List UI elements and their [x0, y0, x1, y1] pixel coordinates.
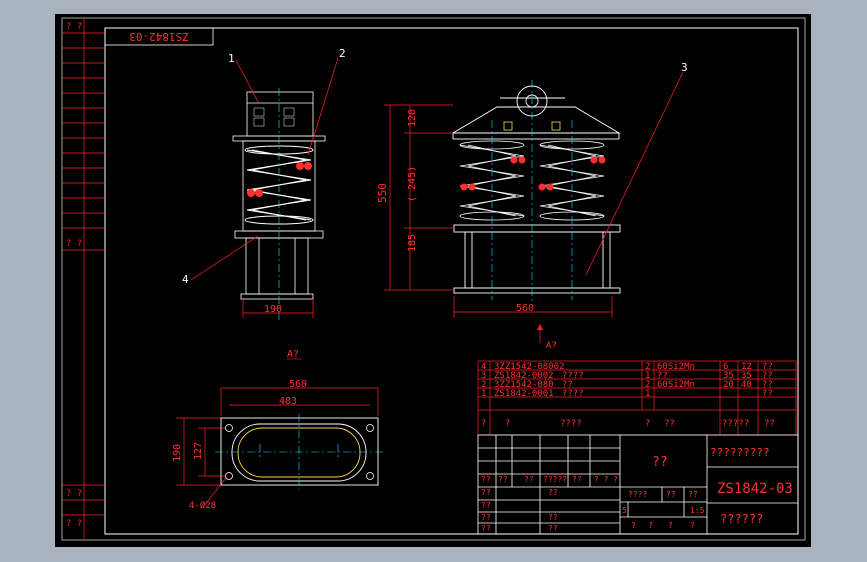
tb-scale-label: ??	[688, 490, 698, 499]
tb-stage-2: ?	[648, 521, 653, 530]
tb-stage-1: ?	[631, 521, 636, 530]
tb-stage-label: ????	[628, 490, 647, 499]
list-header-1: ?	[481, 419, 486, 429]
balloon-2: 2	[339, 47, 346, 60]
strip-bottom-label-1: ? ?	[66, 489, 82, 499]
part-2-material: 60Si2Mn	[657, 380, 695, 390]
dimension-overall-height: 550	[376, 183, 389, 203]
model-space	[55, 14, 811, 547]
tb-sheet: 5	[622, 506, 627, 515]
dimension-holes: 4-Ø28	[189, 500, 216, 511]
list-header-7: ?	[744, 419, 749, 429]
tb-scale: 1:5	[690, 506, 705, 515]
balloon-4: 4	[182, 273, 189, 286]
tb-r1c1: ??	[481, 475, 491, 484]
dimension-left-width: 190	[264, 304, 282, 315]
tb-r2c1: ??	[481, 488, 491, 497]
dimension-top: 120	[407, 109, 418, 127]
tb-r1c2: ??	[498, 475, 508, 484]
dimension-plan-inner-height: 127	[193, 442, 204, 460]
tb-r4c1: ??	[481, 513, 491, 522]
balloon-1: 1	[228, 52, 235, 65]
part-1-qty: 1	[645, 389, 650, 399]
view-arrow-label: A?	[546, 341, 557, 351]
tb-r3c1: ??	[481, 501, 491, 510]
dimension-front-width: 560	[516, 303, 534, 314]
tb-r1c3: ??	[524, 475, 534, 484]
tb-r5c1: ??	[481, 524, 491, 533]
list-header-8: ??	[764, 419, 775, 429]
title-block-bottom: ??????	[720, 512, 763, 526]
tb-r1c4: ?????	[543, 475, 567, 484]
tb-stage-4: ?	[690, 521, 695, 530]
tb-r1c6: ? ? ?	[594, 475, 618, 484]
part-2-total: 40	[741, 380, 752, 390]
tb-stage-3: ?	[668, 521, 673, 530]
balloon-3: 3	[681, 61, 688, 74]
strip-mid-label: ? ?	[66, 239, 82, 249]
tb-r5c3: ??	[548, 524, 558, 533]
mirrored-drawing-number: ZS1842-03	[129, 30, 189, 43]
tb-mass-label: ??	[666, 490, 676, 499]
part-1-name: ????	[562, 389, 584, 399]
part-1-no: 1	[481, 389, 486, 399]
dimension-bottom: 185	[407, 234, 418, 252]
list-header-3: ????	[560, 419, 582, 429]
strip-top-label: ? ?	[66, 22, 82, 32]
part-1-code: ZS1842-0001	[494, 389, 554, 399]
strip-bottom-label-2: ? ?	[66, 519, 82, 529]
company-name: ?????????	[710, 446, 770, 459]
list-header-4: ?	[645, 419, 650, 429]
dimension-plan-height: 190	[172, 444, 183, 462]
list-header-5: ??	[664, 419, 675, 429]
part-2-mass: 20	[723, 380, 734, 390]
drawing-name: ??	[652, 455, 668, 470]
plan-view-title: A?	[287, 349, 299, 360]
part-1-note: ??	[762, 389, 773, 399]
dimension-middle: ( 245)	[407, 166, 418, 202]
list-header-6: ????	[722, 419, 744, 429]
dimension-plan-inner-width: 483	[279, 396, 297, 407]
list-header-2: ?	[505, 419, 510, 429]
tb-r1c5: ??	[572, 475, 582, 484]
dimension-plan-width: 560	[289, 379, 307, 390]
tb-r4c3: ??	[548, 513, 558, 522]
drawing-number: ZS1842-03	[717, 481, 793, 497]
cad-drawing-canvas: ? ? ? ? ? ? ? ? ZS1842-03 190 1 2 4 550 …	[0, 0, 867, 562]
tb-r2c3: ??	[548, 488, 558, 497]
